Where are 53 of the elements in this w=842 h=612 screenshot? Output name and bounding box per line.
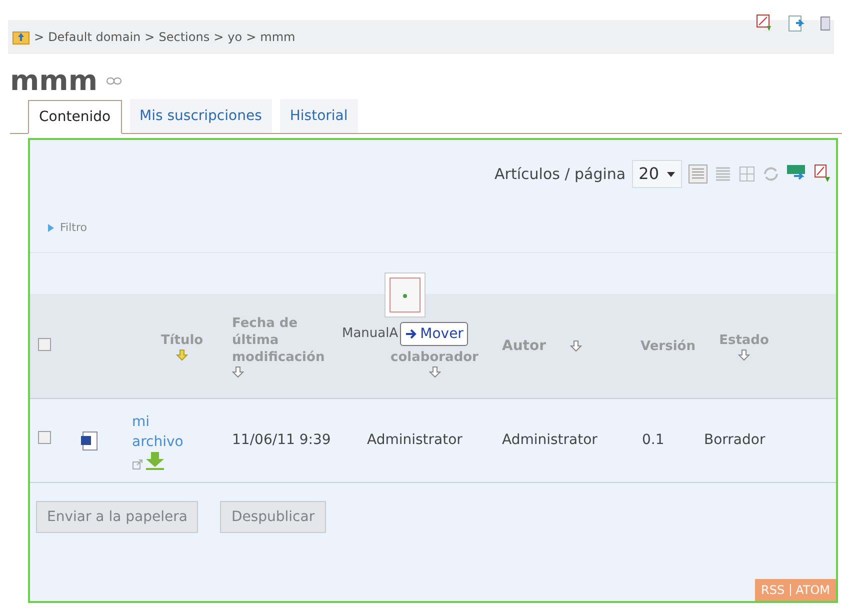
drag-label: ManualA: [342, 325, 398, 344]
column-header[interactable]: colaborador: [390, 348, 478, 366]
tab[interactable]: Contenido: [28, 100, 122, 134]
filter-toggle[interactable]: Filtro: [60, 220, 87, 236]
breadcrumb-separator: >: [246, 29, 256, 46]
table-cell-text: 0.1: [641, 431, 666, 450]
link-icon[interactable]: [106, 75, 122, 87]
document-thumbnail-icon: [384, 272, 426, 318]
column-header[interactable]: Estado: [719, 332, 769, 348]
breadcrumb-link[interactable]: yo: [228, 28, 242, 46]
table-cell-text: Administrator: [367, 431, 464, 450]
table-cell-text: 11/06/11 9:39: [232, 431, 332, 450]
sort-arrow-icon[interactable]: [232, 366, 244, 378]
table-row[interactable]: mi archivo 11/06/11 9:39 Administrator Administrator 0.1 Borrador: [30, 399, 836, 483]
feed-link[interactable]: RSS: [761, 581, 785, 599]
arrow-right-icon: [405, 329, 418, 339]
folder-up-icon[interactable]: [12, 29, 30, 45]
page-title: mmm: [10, 66, 98, 96]
breadcrumb-link[interactable]: Sections: [158, 28, 210, 46]
breadcrumb-separator: >: [34, 29, 44, 46]
table-cell-text: Borrador: [704, 431, 766, 450]
column-header[interactable]: Título: [160, 332, 204, 348]
breadcrumb-separator: >: [214, 29, 224, 46]
file-link[interactable]: mi archivo: [132, 412, 192, 452]
per-page-select[interactable]: 20: [632, 160, 682, 188]
table-cell-text: Administrator: [502, 431, 598, 450]
breadcrumb-link[interactable]: mmm: [260, 28, 296, 46]
drag-tooltip: Mover: [400, 322, 468, 346]
expand-arrow-icon[interactable]: [48, 224, 54, 232]
sort-arrow-icon[interactable]: [176, 348, 188, 360]
sort-arrow-icon[interactable]: [428, 366, 440, 378]
sort-arrow-icon[interactable]: [570, 340, 582, 352]
tab[interactable]: Historial: [280, 99, 358, 133]
sort-arrow-icon[interactable]: [738, 348, 750, 360]
column-header[interactable]: Versión: [640, 338, 696, 354]
breadcrumb-link[interactable]: Default domain: [48, 28, 141, 46]
list-view-icon[interactable]: [688, 164, 708, 184]
breadcrumb-separator: >: [144, 29, 155, 46]
caret-icon: [667, 172, 675, 176]
feed-link[interactable]: ATOM: [796, 581, 830, 599]
download-icon[interactable]: [145, 452, 165, 470]
external-link-icon[interactable]: [132, 458, 143, 470]
grid-view-icon[interactable]: [738, 165, 756, 183]
column-header[interactable]: Fecha de última modificación: [232, 314, 342, 366]
word-document-icon: [80, 430, 98, 450]
per-page-label: Artículos / página: [494, 164, 626, 185]
column-header[interactable]: Autor: [502, 336, 546, 356]
refresh-icon[interactable]: [762, 165, 780, 183]
detail-view-icon[interactable]: [714, 165, 732, 183]
export-icon[interactable]: [788, 14, 806, 34]
checkbox[interactable]: [38, 338, 51, 351]
tab[interactable]: Mis suscripciones: [130, 99, 272, 133]
checkbox[interactable]: [38, 431, 51, 444]
